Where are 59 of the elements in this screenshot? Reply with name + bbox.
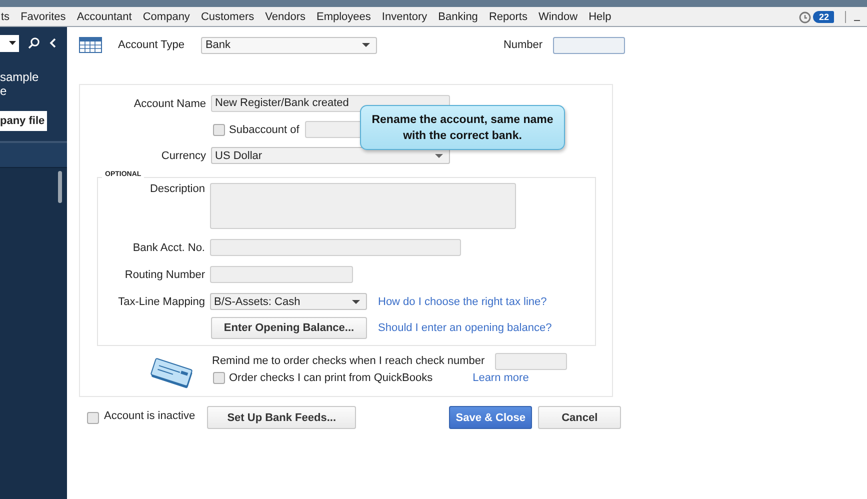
checkbox-label: Account is inactive (104, 410, 196, 422)
field-label: Tax-Line Mapping (117, 296, 206, 308)
chevron-left-icon[interactable] (49, 38, 57, 48)
check-icon (150, 357, 194, 391)
menu-item[interactable]: Inventory (376, 10, 432, 22)
dropdown-field[interactable] (0, 34, 19, 52)
reminder-count-badge[interactable]: 22 (812, 10, 834, 22)
help-link[interactable]: How do I choose the right tax line? (378, 296, 547, 308)
currency-dropdown[interactable]: US Dollar (211, 147, 450, 164)
opening-balance-button[interactable]: Enter Opening Balance... (211, 317, 367, 339)
menu-item[interactable]: Reports (482, 10, 532, 22)
menu-item[interactable]: ts (0, 10, 15, 22)
register-icon (79, 37, 102, 53)
menu-item[interactable]: Customers (194, 10, 260, 22)
check-number-field[interactable] (494, 353, 567, 370)
tax-line-dropdown[interactable]: B/S-Assets: Cash (210, 293, 367, 310)
field-label: Currency (160, 150, 207, 162)
checkbox[interactable] (213, 372, 225, 384)
help-link[interactable]: Should I enter an opening balance? (378, 322, 552, 334)
scrollbar-thumb[interactable] (58, 171, 62, 203)
sidebar-header-bar (0, 141, 67, 168)
field-label: Number (503, 39, 543, 51)
sidebar-text: sample (0, 70, 39, 84)
caret-icon (352, 300, 360, 304)
menu-item[interactable]: Banking (432, 10, 483, 22)
tooltip: Rename the account, same name with the correct bank. (360, 105, 565, 150)
description-field[interactable] (210, 183, 516, 229)
caret-icon (362, 43, 370, 47)
menu-item[interactable]: Window (532, 10, 583, 22)
alarm-clock-icon[interactable] (798, 10, 812, 24)
checkbox-label: Order checks I can print from QuickBooks (229, 372, 433, 384)
bank-account-number-field[interactable] (210, 239, 461, 256)
cancel-button[interactable]: Cancel (538, 406, 622, 429)
account-type-dropdown[interactable]: Bank (201, 36, 378, 54)
field-label: Account Type (118, 39, 184, 51)
checkbox-label: Subaccount of (229, 124, 300, 136)
caret-icon (435, 154, 443, 158)
save-button[interactable]: Save & Close (449, 406, 532, 429)
menu-item[interactable]: Employees (310, 10, 376, 22)
field-label: Description (148, 183, 206, 195)
routing-number-field[interactable] (210, 266, 353, 283)
bank-feeds-button[interactable]: Set Up Bank Feeds... (207, 406, 356, 429)
field-label: Remind me to order checks when I reach check number (212, 354, 485, 366)
menu-item[interactable]: Company (136, 10, 195, 22)
field-label: Bank Acct. No. (132, 242, 206, 254)
search-icon[interactable] (28, 37, 40, 49)
checkbox[interactable] (213, 124, 225, 136)
menu-item[interactable]: Help (582, 10, 616, 22)
number-field[interactable] (552, 36, 625, 54)
checkbox[interactable] (87, 412, 99, 424)
learn-more-link[interactable]: Learn more (472, 372, 529, 384)
company-file-button[interactable]: pany file (0, 111, 47, 131)
menu-item[interactable]: Vendors (259, 10, 310, 22)
field-label: Account Name (132, 98, 207, 110)
menu-item[interactable]: Favorites (14, 10, 71, 22)
caret-icon (9, 41, 16, 45)
sidebar-text: e (0, 84, 7, 98)
menu-item[interactable]: Accountant (70, 10, 137, 22)
field-label: Routing Number (124, 268, 206, 280)
